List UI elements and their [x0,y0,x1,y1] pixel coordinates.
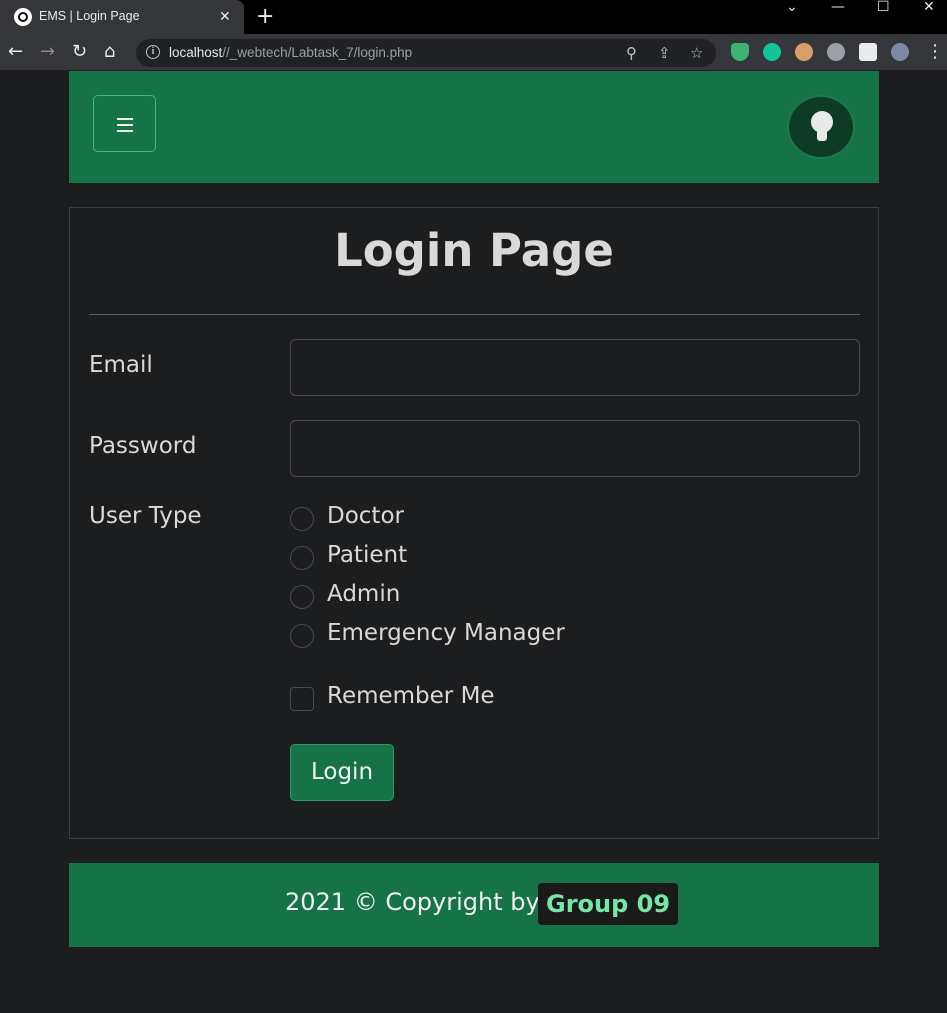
url-path: //_webtech/Labtask_7/login.php [222,45,413,60]
tab-search-icon[interactable]: ⌄ [786,0,798,14]
hamburger-menu-icon [117,118,133,120]
radio-admin[interactable] [290,585,314,609]
radio-label-patient[interactable]: Patient [327,542,407,568]
site-navbar [69,71,879,183]
lightbulb-icon [811,111,833,133]
radio-label-emergency-manager[interactable]: Emergency Manager [327,620,565,646]
remember-me-label[interactable]: Remember Me [327,683,495,709]
email-field[interactable] [290,339,860,396]
reload-icon[interactable]: ↻ [72,42,87,62]
login-card: Login Page Email Password User Type Doct… [69,207,879,839]
zoom-icon[interactable]: ⚲ [626,44,637,62]
bookmark-star-icon[interactable]: ☆ [690,44,703,62]
radio-label-admin[interactable]: Admin [327,581,400,607]
remember-me-checkbox[interactable] [290,687,314,711]
close-window-button[interactable]: ✕ [923,0,935,14]
radio-patient[interactable] [290,546,314,570]
grammarly-extension-icon[interactable] [763,43,781,61]
password-field[interactable] [290,420,860,477]
tab-title: EMS | Login Page [39,9,140,23]
site-info-icon[interactable]: i [146,45,160,59]
login-button[interactable]: Login [290,744,394,801]
browser-tabstrip: EMS | Login Page ✕ + ⌄ — ☐ ✕ [0,0,947,34]
browser-toolbar: ← → ↻ ⌂ i localhost//_webtech/Labtask_7/… [0,34,947,71]
shield-extension-icon[interactable] [731,43,749,61]
puzzle-extension-icon[interactable] [859,43,877,61]
theme-toggle-button[interactable] [787,95,855,159]
page-title: Login Page [334,224,614,277]
avatar-extension-icon[interactable] [795,43,813,61]
title-divider [89,314,860,315]
browser-tab[interactable]: EMS | Login Page ✕ [0,0,244,34]
address-bar[interactable]: i localhost//_webtech/Labtask_7/login.ph… [136,39,716,67]
share-icon[interactable]: ⇪ [658,44,671,62]
home-icon[interactable]: ⌂ [104,42,115,62]
browser-menu-icon[interactable]: ⋮ [926,42,944,62]
copyright-text: 2021 © Copyright by [285,888,540,916]
lightbulb-base [817,131,827,141]
bicycle-extension-icon[interactable] [827,43,845,61]
email-label: Email [89,352,153,378]
group-badge: Group 09 [538,883,679,925]
site-footer: 2021 © Copyright by Group 09 [69,863,879,947]
user-type-label: User Type [89,503,202,529]
hamburger-menu-icon [117,130,133,132]
password-label: Password [89,433,197,459]
new-tab-button[interactable]: + [256,5,274,29]
address-url[interactable]: localhost//_webtech/Labtask_7/login.php [169,45,412,60]
forward-icon[interactable]: → [40,42,55,62]
hamburger-menu-icon [117,124,133,126]
radio-emergency-manager[interactable] [290,624,314,648]
url-host: localhost [169,45,223,60]
maximize-button[interactable]: ☐ [877,0,890,14]
navbar-toggle-button[interactable] [93,95,156,152]
profile-avatar[interactable] [891,43,909,61]
radio-doctor[interactable] [290,507,314,531]
back-icon[interactable]: ← [8,42,23,62]
radio-label-doctor[interactable]: Doctor [327,503,404,529]
favicon-icon [14,8,32,26]
tab-close-icon[interactable]: ✕ [219,8,231,26]
minimize-button[interactable]: — [831,0,845,14]
